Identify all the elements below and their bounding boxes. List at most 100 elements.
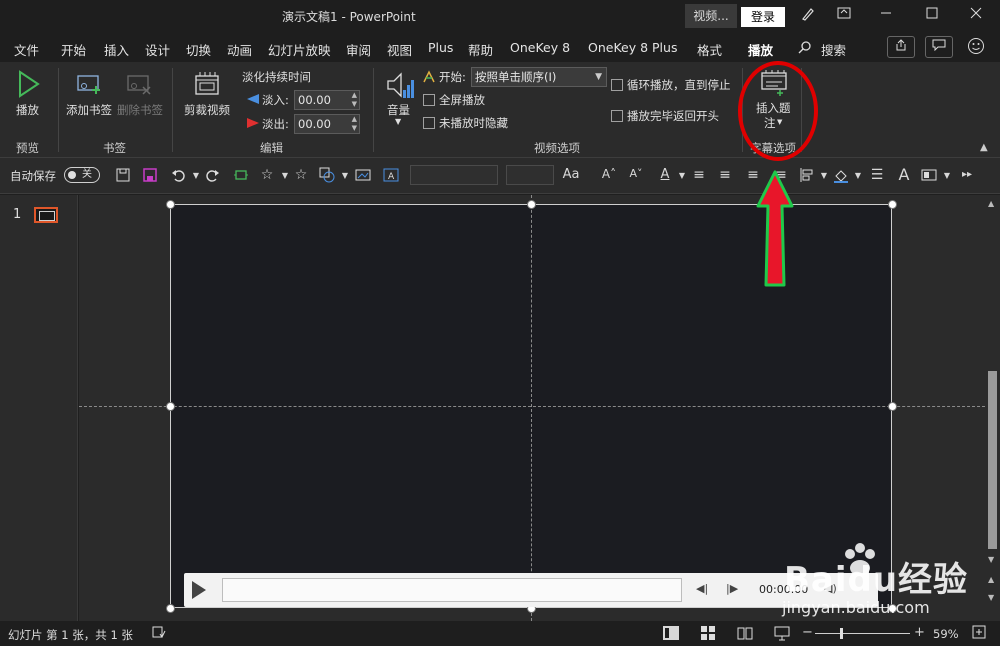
hide-when-not-playing-checkbox[interactable] — [423, 117, 435, 129]
volume-icon[interactable]: ◀) — [824, 582, 837, 595]
chevron-down-icon[interactable]: ▼ — [815, 171, 833, 180]
tab-animations[interactable]: 动画 — [227, 40, 252, 59]
zoom-slider-thumb[interactable] — [840, 628, 843, 639]
fullscreen-checkbox[interactable] — [423, 94, 435, 106]
pen-icon[interactable] — [798, 6, 818, 26]
ribbon-display-icon[interactable] — [834, 6, 854, 26]
chevron-down-icon[interactable]: ▼ — [395, 117, 401, 126]
accessibility-icon[interactable] — [152, 625, 166, 643]
zoom-slider[interactable] — [815, 633, 910, 634]
resize-handle[interactable] — [888, 402, 897, 411]
picture-icon[interactable] — [354, 167, 372, 187]
slide-sorter-icon[interactable] — [700, 625, 716, 645]
autosave-toggle[interactable]: 关 — [64, 167, 100, 183]
tab-playback[interactable]: 播放 — [748, 40, 774, 65]
minimize-icon[interactable] — [876, 6, 896, 26]
volume-button[interactable]: 音量 — [387, 102, 410, 118]
spinner-icon[interactable]: ▲ ▼ — [352, 91, 357, 109]
tab-view[interactable]: 视图 — [387, 40, 412, 59]
chevron-down-icon[interactable]: ▼ — [336, 171, 354, 180]
zoom-in-icon[interactable]: + — [914, 625, 925, 640]
close-icon[interactable] — [966, 6, 986, 26]
video-tab-button[interactable]: 视频... — [685, 4, 737, 28]
collapse-ribbon-icon[interactable]: ▲ — [980, 142, 988, 153]
redo-icon[interactable] — [203, 167, 221, 187]
slide-thumbnail[interactable] — [34, 207, 58, 223]
textbox-icon[interactable]: A — [382, 167, 400, 187]
tab-onekey8[interactable]: OneKey 8 — [510, 40, 570, 55]
fit-to-window-icon[interactable] — [972, 625, 986, 643]
tab-transitions[interactable]: 切换 — [186, 40, 211, 59]
add-bookmark-icon[interactable] — [76, 72, 104, 99]
vertical-scrollbar[interactable]: ▲ ▼ ▲ ▼ — [985, 195, 1000, 621]
save-icon[interactable] — [141, 167, 159, 187]
scroll-up-icon[interactable]: ▲ — [988, 199, 994, 208]
insert-captions-button-line2[interactable]: 注 — [764, 115, 776, 131]
trim-video-icon[interactable] — [194, 70, 220, 101]
scrollbar-thumb[interactable] — [988, 371, 997, 549]
resize-handle[interactable] — [888, 604, 897, 613]
reading-view-icon[interactable] — [737, 625, 753, 645]
fade-out-input[interactable]: 00.00 ▲ ▼ — [294, 114, 360, 134]
resize-handle[interactable] — [888, 200, 897, 209]
add-bookmark-button[interactable]: 添加书签 — [66, 102, 112, 118]
resize-handle[interactable] — [527, 200, 536, 209]
tab-design[interactable]: 设计 — [145, 40, 170, 59]
play-icon[interactable] — [17, 70, 41, 101]
resize-handle[interactable] — [166, 604, 175, 613]
chevron-down-icon[interactable]: ▼ — [777, 118, 782, 126]
tab-slideshow[interactable]: 幻灯片放映 — [268, 40, 331, 59]
undo-icon[interactable] — [170, 167, 188, 187]
arrange-icon[interactable] — [920, 167, 938, 187]
comments-icon[interactable] — [925, 36, 953, 58]
resize-handle[interactable] — [166, 200, 175, 209]
tab-search[interactable]: 搜索 — [821, 40, 846, 59]
shapes-icon[interactable] — [318, 167, 336, 187]
tab-format[interactable]: 格式 — [697, 40, 722, 59]
slide-canvas[interactable]: ◀| |▶ 00:00.00 ◀) — [79, 195, 985, 621]
next-slide-icon[interactable]: ▼ — [988, 593, 994, 602]
tab-home[interactable]: 开始 — [61, 40, 86, 59]
smiley-icon[interactable] — [967, 37, 985, 58]
tab-review[interactable]: 审阅 — [346, 40, 371, 59]
star-icon[interactable]: ☆ — [258, 167, 276, 183]
previous-slide-icon[interactable]: ▲ — [988, 575, 994, 584]
tab-file[interactable]: 文件 — [14, 40, 39, 59]
resize-handle[interactable] — [166, 402, 175, 411]
zoom-out-icon[interactable]: − — [802, 625, 813, 640]
maximize-icon[interactable] — [922, 6, 942, 26]
save-as-icon[interactable] — [114, 167, 132, 187]
fade-in-input[interactable]: 00.00 ▲ ▼ — [294, 90, 360, 110]
slideshow-icon[interactable] — [774, 625, 790, 645]
normal-view-icon[interactable] — [662, 625, 680, 645]
tab-plus[interactable]: Plus — [428, 40, 453, 55]
step-back-icon[interactable]: ◀| — [696, 582, 708, 595]
tab-insert[interactable]: 插入 — [104, 40, 129, 59]
start-select[interactable]: 按照单击顺序(I) ▼ — [471, 67, 607, 87]
trim-video-button[interactable]: 剪裁视频 — [184, 102, 230, 118]
step-forward-icon[interactable]: |▶ — [726, 582, 738, 595]
shape-fill-icon[interactable] — [832, 167, 850, 187]
align-objects-icon[interactable] — [798, 167, 816, 187]
share-icon[interactable] — [887, 36, 915, 58]
chevron-down-icon[interactable]: ▼ — [849, 171, 867, 180]
insert-captions-button[interactable]: 插入题 — [756, 100, 791, 116]
chevron-down-icon[interactable]: ▼ — [938, 171, 956, 180]
play-button[interactable]: 播放 — [16, 102, 39, 118]
spinner-icon[interactable]: ▲ ▼ — [352, 115, 357, 133]
tab-help[interactable]: 帮助 — [468, 40, 493, 59]
slide-size-icon[interactable] — [232, 167, 250, 187]
favorite-icon[interactable]: ☆ — [292, 167, 310, 183]
scroll-down-icon[interactable]: ▼ — [988, 555, 994, 564]
login-button[interactable]: 登录 — [741, 7, 785, 27]
zoom-level[interactable]: 59% — [933, 627, 959, 641]
play-icon[interactable] — [192, 581, 206, 599]
search-icon[interactable] — [798, 40, 812, 57]
tab-onekey8-plus[interactable]: OneKey 8 Plus — [588, 40, 677, 55]
loop-checkbox[interactable] — [611, 79, 623, 91]
insert-captions-icon[interactable] — [760, 70, 788, 99]
more-commands-icon[interactable]: ▸▸ — [958, 169, 976, 180]
volume-icon[interactable] — [386, 70, 414, 103]
rewind-checkbox[interactable] — [611, 110, 623, 122]
video-timeline[interactable] — [222, 578, 682, 602]
